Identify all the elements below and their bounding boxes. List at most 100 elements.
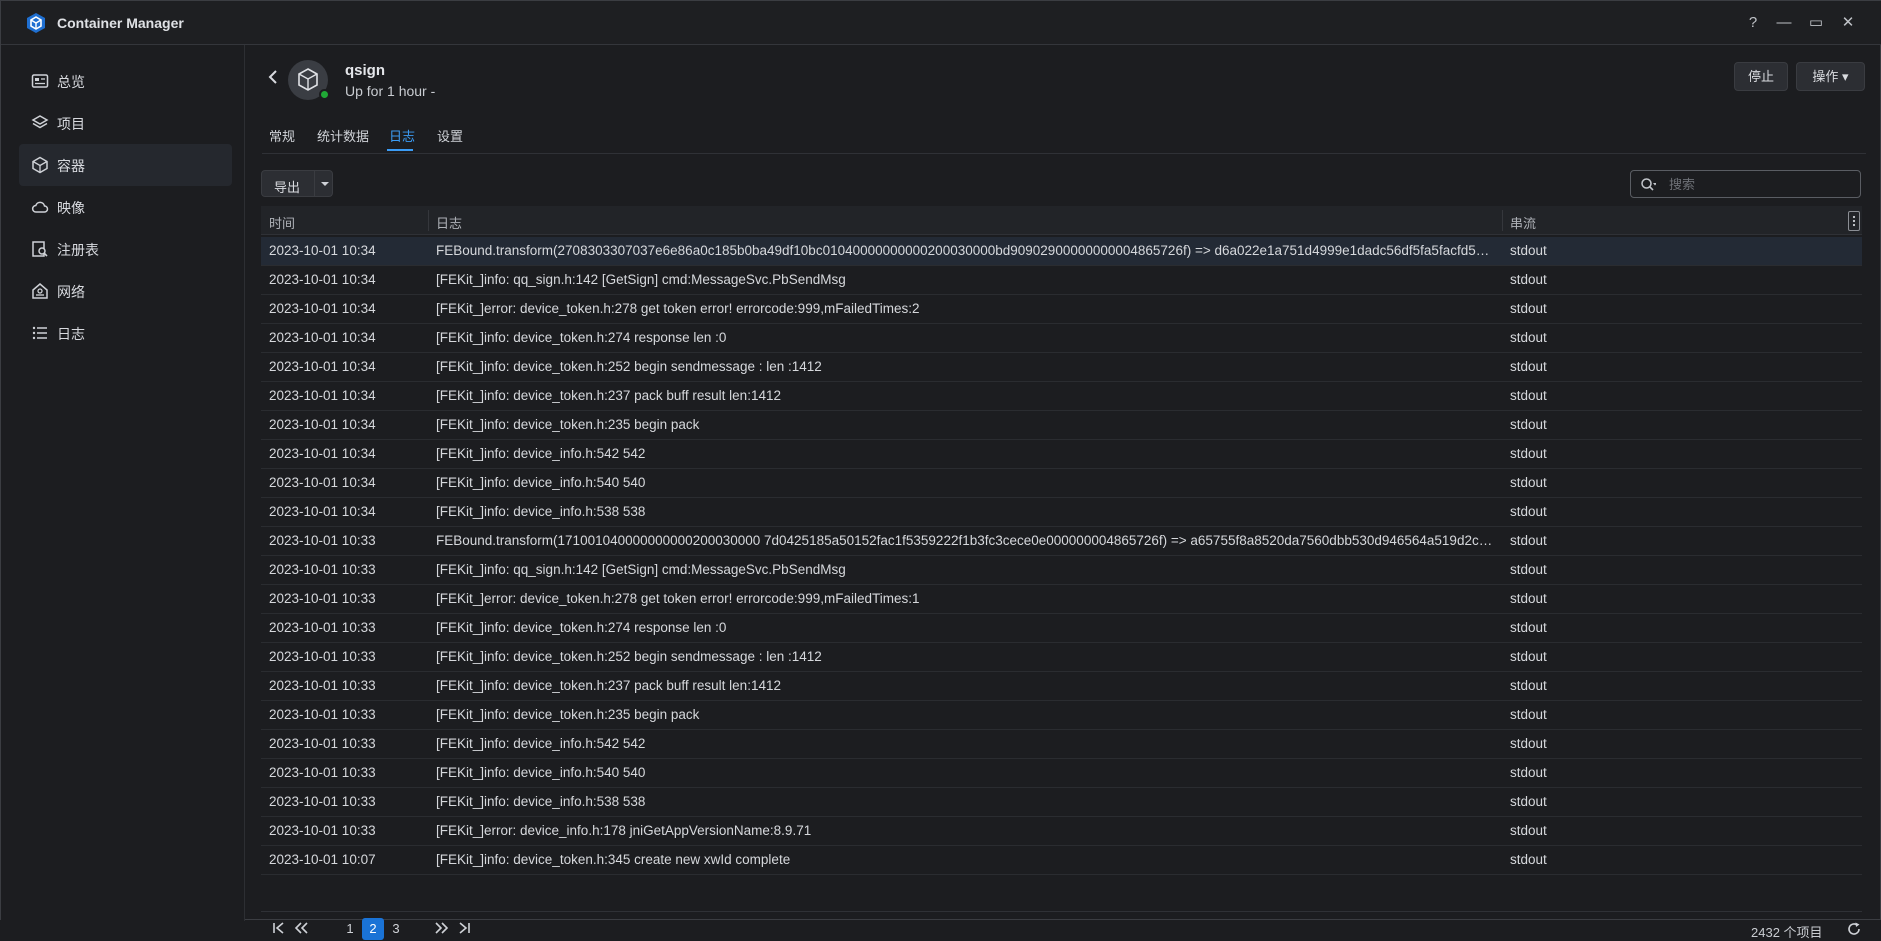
app-title: Container Manager (57, 15, 184, 31)
column-header-log[interactable]: 日志 (436, 213, 462, 232)
total-items-count: 2432 个项目 (1751, 925, 1823, 940)
page-2[interactable]: 2 (362, 918, 384, 940)
sidebar-item-images[interactable]: 映像 (19, 186, 232, 228)
log-cell: [FEKit_]info: device_token.h:274 respons… (436, 620, 727, 635)
table-row[interactable]: 2023-10-01 10:34 [FEKit_]info: qq_sign.h:… (261, 266, 1862, 295)
table-row[interactable]: 2023-10-01 10:34 [FEKit_]info: device_inf… (261, 440, 1862, 469)
table-row[interactable]: 2023-10-01 10:33 [FEKit_]error: device_in… (261, 817, 1862, 846)
stream-cell: stdout (1510, 359, 1547, 374)
stream-cell: stdout (1510, 823, 1547, 838)
refresh-icon[interactable] (1846, 921, 1862, 937)
log-cell: [FEKit_]info: device_token.h:274 respons… (436, 330, 727, 345)
table-row[interactable]: 2023-10-01 10:33 [FEKit_]error: device_to… (261, 585, 1862, 614)
export-divider (314, 171, 315, 196)
operations-button[interactable]: 操作 ▾ (1796, 62, 1865, 91)
pagination-bar: 1 2 3 2432 个项目 (261, 911, 1862, 941)
table-row[interactable]: 2023-10-01 10:33 [FEKit_]info: device_tok… (261, 701, 1862, 730)
running-status-dot (319, 89, 330, 100)
time-cell: 2023-10-01 10:34 (269, 272, 376, 287)
sidebar-item-overview[interactable]: 总览 (19, 60, 232, 102)
table-row[interactable]: 2023-10-01 10:33 [FEKit_]info: device_tok… (261, 643, 1862, 672)
column-divider[interactable] (428, 210, 429, 231)
stream-cell: stdout (1510, 475, 1547, 490)
time-cell: 2023-10-01 10:34 (269, 359, 376, 374)
time-cell: 2023-10-01 10:33 (269, 591, 376, 606)
log-cell: [FEKit_]info: device_info.h:542 542 (436, 736, 646, 751)
stream-cell: stdout (1510, 388, 1547, 403)
sidebar-item-label: 总览 (57, 74, 85, 90)
stream-cell: stdout (1510, 649, 1547, 664)
page-3[interactable]: 3 (385, 918, 407, 940)
stream-cell: stdout (1510, 707, 1547, 722)
table-row[interactable]: 2023-10-01 10:07 [FEKit_]info: device_tok… (261, 846, 1862, 875)
table-row[interactable]: 2023-10-01 10:33 [FEKit_]info: qq_sign.h:… (261, 556, 1862, 585)
table-row[interactable]: 2023-10-01 10:33 FEBound.transform(171001… (261, 527, 1862, 556)
close-icon[interactable]: ✕ (1836, 11, 1860, 35)
export-button[interactable]: 导出 (261, 170, 333, 197)
table-row[interactable]: 2023-10-01 10:34 [FEKit_]info: device_tok… (261, 411, 1862, 440)
table-row[interactable]: 2023-10-01 10:33 [FEKit_]info: device_inf… (261, 730, 1862, 759)
time-cell: 2023-10-01 10:34 (269, 243, 376, 258)
table-row[interactable]: 2023-10-01 10:34 [FEKit_]info: device_inf… (261, 469, 1862, 498)
column-divider[interactable] (1502, 210, 1503, 231)
tab-statistics[interactable]: 统计数据 (317, 126, 369, 145)
minimize-icon[interactable]: — (1772, 11, 1796, 35)
column-header-stream[interactable]: 串流 (1510, 213, 1536, 232)
table-row[interactable]: 2023-10-01 10:34 [FEKit_]info: device_inf… (261, 498, 1862, 527)
sidebar-item-logs[interactable]: 日志 (19, 312, 232, 354)
table-row[interactable]: 2023-10-01 10:33 [FEKit_]info: device_inf… (261, 788, 1862, 817)
time-cell: 2023-10-01 10:07 (269, 852, 376, 867)
log-cell: [FEKit_]error: device_token.h:278 get to… (436, 591, 920, 606)
sidebar-item-network[interactable]: 网络 (19, 270, 232, 312)
tab-logs[interactable]: 日志 (389, 126, 415, 145)
container-status: Up for 1 hour - (345, 83, 436, 99)
log-cell: [FEKit_]info: device_info.h:540 540 (436, 475, 646, 490)
table-row[interactable]: 2023-10-01 10:34 [FEKit_]info: device_tok… (261, 324, 1862, 353)
previous-pages-icon[interactable] (293, 920, 309, 936)
search-input[interactable] (1669, 174, 1854, 194)
time-cell: 2023-10-01 10:34 (269, 417, 376, 432)
back-arrow-icon[interactable] (266, 67, 280, 87)
table-row[interactable]: 2023-10-01 10:34 [FEKit_]error: device_to… (261, 295, 1862, 324)
table-row[interactable]: 2023-10-01 10:34 [FEKit_]info: device_tok… (261, 382, 1862, 411)
search-box[interactable] (1630, 170, 1861, 198)
page-1[interactable]: 1 (339, 918, 361, 940)
last-page-icon[interactable] (456, 920, 472, 936)
stream-cell: stdout (1510, 678, 1547, 693)
stream-cell: stdout (1510, 301, 1547, 316)
tab-general[interactable]: 常规 (269, 126, 295, 145)
restore-icon[interactable]: ▭ (1804, 11, 1828, 35)
sidebar-item-projects[interactable]: 项目 (19, 102, 232, 144)
stop-button[interactable]: 停止 (1734, 62, 1788, 91)
title-bar: Container Manager ? — ▭ ✕ (1, 1, 1881, 45)
column-menu-icon[interactable] (1848, 211, 1860, 231)
next-pages-icon[interactable] (434, 920, 450, 936)
stream-cell: stdout (1510, 620, 1547, 635)
time-cell: 2023-10-01 10:33 (269, 649, 376, 664)
table-row[interactable]: 2023-10-01 10:34 FEBound.transform(270830… (261, 237, 1862, 266)
sidebar-item-containers[interactable]: 容器 (19, 144, 232, 186)
sidebar-item-label: 注册表 (57, 242, 99, 258)
stream-cell: stdout (1510, 446, 1547, 461)
log-cell: [FEKit_]info: device_token.h:237 pack bu… (436, 388, 781, 403)
overview-icon (31, 74, 49, 88)
sidebar-item-registry[interactable]: 注册表 (19, 228, 232, 270)
column-header-time[interactable]: 时间 (269, 213, 295, 232)
table-row[interactable]: 2023-10-01 10:33 [FEKit_]info: device_inf… (261, 759, 1862, 788)
log-cell: [FEKit_]error: device_info.h:178 jniGetA… (436, 823, 812, 838)
log-cell: FEBound.transform(2708303307037e6e86a0c1… (436, 243, 1495, 258)
search-icon[interactable] (1640, 177, 1656, 193)
sidebar-item-label: 项目 (57, 116, 85, 132)
network-icon (32, 283, 48, 299)
stream-cell: stdout (1510, 562, 1547, 577)
table-row[interactable]: 2023-10-01 10:33 [FEKit_]info: device_tok… (261, 614, 1862, 643)
time-cell: 2023-10-01 10:33 (269, 823, 376, 838)
main-content: qsign Up for 1 hour - 停止 操作 ▾ 常规 统计数据 日志… (246, 45, 1881, 940)
table-row[interactable]: 2023-10-01 10:33 [FEKit_]info: device_tok… (261, 672, 1862, 701)
help-icon[interactable]: ? (1741, 11, 1765, 35)
chevron-down-icon[interactable] (321, 182, 329, 186)
first-page-icon[interactable] (271, 920, 287, 936)
tab-settings[interactable]: 设置 (437, 126, 463, 145)
log-cell: [FEKit_]info: device_token.h:237 pack bu… (436, 678, 781, 693)
table-row[interactable]: 2023-10-01 10:34 [FEKit_]info: device_tok… (261, 353, 1862, 382)
